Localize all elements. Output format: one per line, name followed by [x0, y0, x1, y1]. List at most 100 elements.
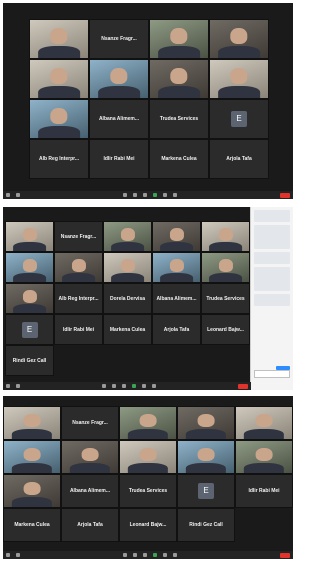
mute-icon[interactable]: [6, 193, 10, 197]
participant-tile[interactable]: Albana Alimem...: [89, 99, 149, 139]
participant-video-body: [127, 428, 169, 439]
participant-tile[interactable]: [149, 19, 209, 59]
mute-icon[interactable]: [6, 553, 10, 557]
participant-tile[interactable]: [3, 440, 61, 474]
participant-tile[interactable]: [209, 59, 269, 99]
participant-tile[interactable]: [29, 99, 89, 139]
security-icon[interactable]: [123, 553, 127, 557]
participant-tile[interactable]: Arjola Tafa: [61, 508, 119, 542]
end-meeting-button[interactable]: [280, 552, 290, 558]
participant-tile[interactable]: Leonard Bajw...: [119, 508, 177, 542]
participant-tile[interactable]: Trudea Services: [201, 283, 250, 314]
participant-tile[interactable]: Nsanze Fragr...: [89, 19, 149, 59]
participant-tile[interactable]: [5, 283, 54, 314]
participant-tile[interactable]: Trudea Services: [119, 474, 177, 508]
participant-tile[interactable]: [209, 19, 269, 59]
participant-tile[interactable]: Albana Alimem...: [152, 283, 201, 314]
chat-icon[interactable]: [143, 193, 147, 197]
reactions-icon[interactable]: [173, 553, 177, 557]
participant-tile[interactable]: Rindi Gez Call: [177, 508, 235, 542]
participant-tile[interactable]: [177, 406, 235, 440]
record-icon[interactable]: [163, 193, 167, 197]
participant-tile[interactable]: [103, 221, 152, 252]
participant-tile[interactable]: E: [5, 314, 54, 345]
participant-video: [255, 414, 273, 428]
mute-icon[interactable]: [6, 384, 10, 388]
participant-tile[interactable]: [3, 474, 61, 508]
participant-video-body: [69, 462, 111, 473]
record-icon[interactable]: [163, 553, 167, 557]
participant-name: Dorela Dervisa: [109, 295, 146, 302]
participant-tile[interactable]: Idlir Rabi Mei: [54, 314, 103, 345]
chat-input[interactable]: [254, 370, 290, 378]
participant-video-body: [158, 85, 200, 98]
share-screen-icon[interactable]: [153, 553, 157, 557]
participant-tile[interactable]: Idlir Rabi Mei: [235, 474, 293, 508]
participant-name: Nsanze Fragr...: [101, 36, 137, 42]
participant-name: Trudea Services: [159, 116, 199, 122]
participant-tile[interactable]: Albana Alimem...: [61, 474, 119, 508]
participant-name: Albana Alimem...: [69, 488, 111, 494]
participant-tile[interactable]: Alb Reg Interpr...: [29, 139, 89, 179]
participant-tile[interactable]: [235, 440, 293, 474]
participant-tile[interactable]: [103, 252, 152, 283]
participant-tile[interactable]: [5, 221, 54, 252]
reactions-icon[interactable]: [152, 384, 156, 388]
participant-tile[interactable]: [29, 59, 89, 99]
participant-tile[interactable]: [89, 59, 149, 99]
security-icon[interactable]: [102, 384, 106, 388]
record-icon[interactable]: [142, 384, 146, 388]
reactions-icon[interactable]: [173, 193, 177, 197]
participant-tile[interactable]: Markena Culea: [103, 314, 152, 345]
participant-tile[interactable]: Nsanze Fragr...: [54, 221, 103, 252]
participant-tile[interactable]: [119, 440, 177, 474]
video-icon[interactable]: [16, 193, 20, 197]
participant-tile[interactable]: [149, 59, 209, 99]
participant-tile[interactable]: [29, 19, 89, 59]
video-icon[interactable]: [16, 553, 20, 557]
participant-video-body: [243, 428, 285, 439]
participant-tile[interactable]: E: [177, 474, 235, 508]
end-meeting-button[interactable]: [238, 383, 248, 389]
participant-video: [22, 290, 37, 303]
meeting-window-2: Nsanze Fragr... Alb Reg Interpr... Dorela …: [3, 207, 293, 390]
participant-tile[interactable]: [61, 440, 119, 474]
security-icon[interactable]: [123, 193, 127, 197]
participant-tile[interactable]: [235, 406, 293, 440]
participant-tile[interactable]: Markena Culea: [3, 508, 61, 542]
participant-video: [169, 228, 184, 241]
participant-tile[interactable]: E: [209, 99, 269, 139]
participant-video: [255, 448, 273, 462]
participant-tile[interactable]: [5, 252, 54, 283]
participants-icon[interactable]: [133, 553, 137, 557]
participants-icon[interactable]: [112, 384, 116, 388]
video-icon[interactable]: [16, 384, 20, 388]
chat-icon[interactable]: [143, 553, 147, 557]
participant-tile[interactable]: Arjola Tafa: [152, 314, 201, 345]
participant-tile[interactable]: Dorela Dervisa: [103, 283, 152, 314]
participant-video-body: [98, 85, 140, 98]
participant-tile[interactable]: [152, 252, 201, 283]
participant-name: Arjola Tafa: [226, 156, 252, 162]
participant-tile[interactable]: [152, 221, 201, 252]
share-screen-icon[interactable]: [132, 384, 136, 388]
participant-tile[interactable]: [201, 221, 250, 252]
participant-tile[interactable]: Leonard Bajw...: [201, 314, 250, 345]
share-screen-icon[interactable]: [153, 193, 157, 197]
participant-tile[interactable]: [54, 252, 103, 283]
participant-tile[interactable]: Alb Reg Interpr...: [54, 283, 103, 314]
participant-tile[interactable]: Markena Culea: [149, 139, 209, 179]
participant-tile[interactable]: Nsanze Fragr...: [61, 406, 119, 440]
participant-tile[interactable]: [119, 406, 177, 440]
end-meeting-button[interactable]: [280, 192, 290, 198]
participant-tile[interactable]: Idlir Rabi Mei: [89, 139, 149, 179]
participant-tile[interactable]: Rindi Gez Call: [5, 345, 54, 376]
participant-tile[interactable]: Trudea Services: [149, 99, 209, 139]
participant-name: Idlir Rabi Mei: [103, 156, 135, 162]
chat-icon[interactable]: [122, 384, 126, 388]
participants-icon[interactable]: [133, 193, 137, 197]
participant-tile[interactable]: [201, 252, 250, 283]
participant-tile[interactable]: Arjola Tafa: [209, 139, 269, 179]
participant-tile[interactable]: [3, 406, 61, 440]
participant-tile[interactable]: [177, 440, 235, 474]
